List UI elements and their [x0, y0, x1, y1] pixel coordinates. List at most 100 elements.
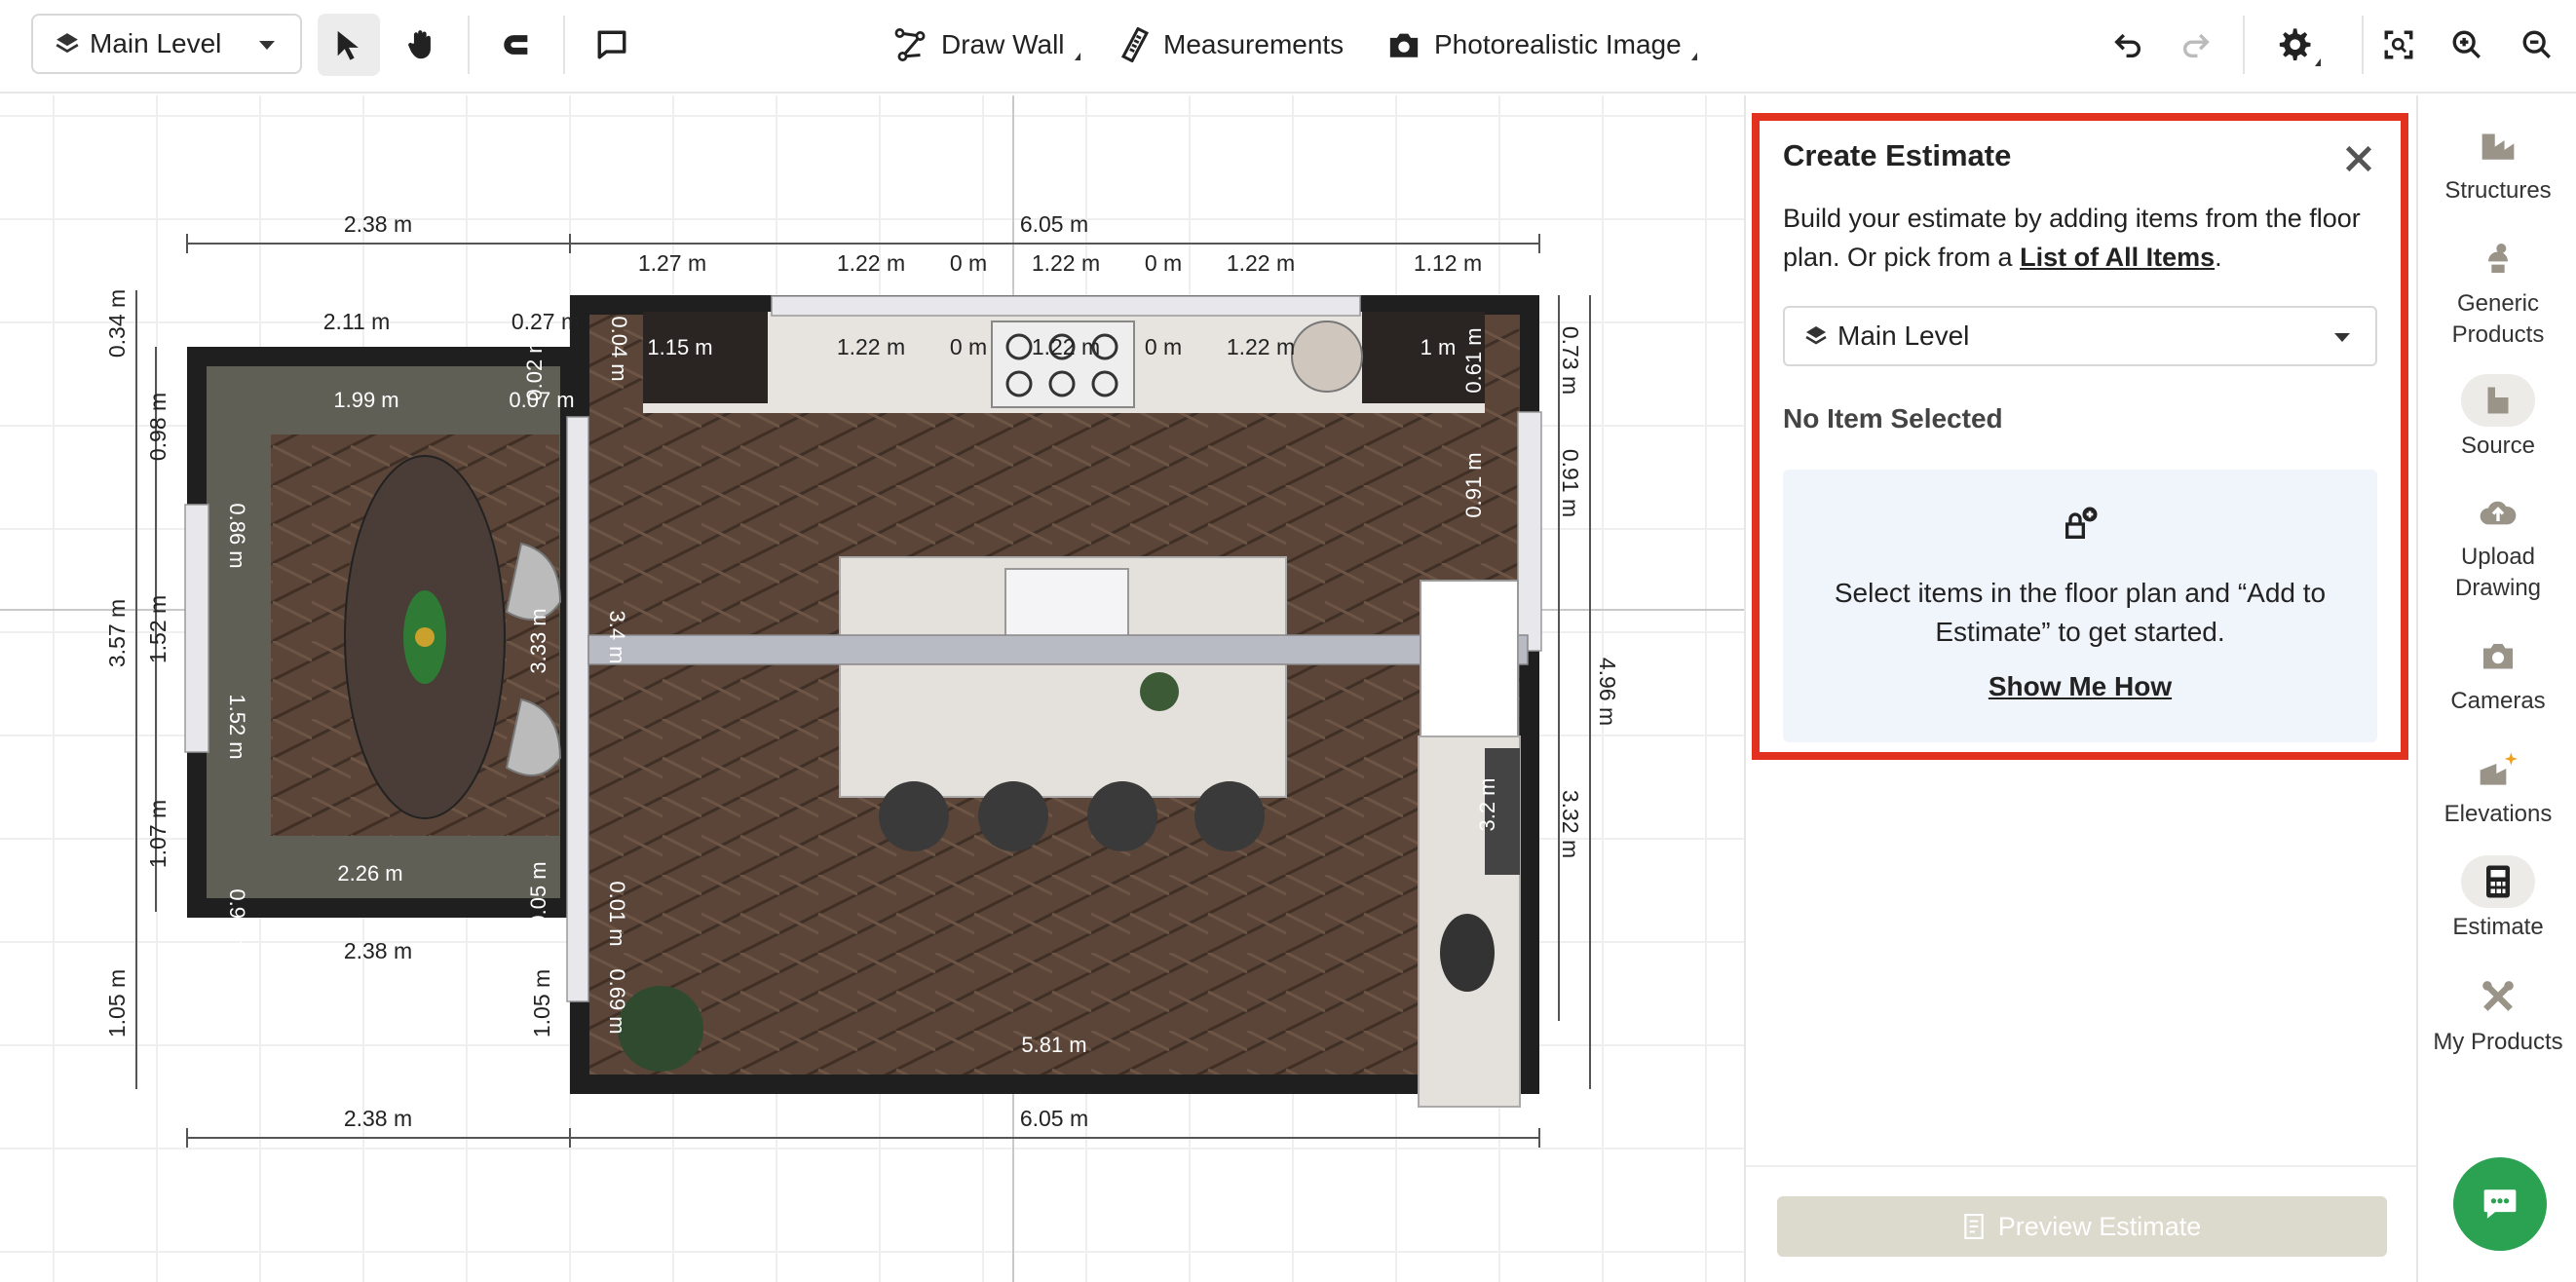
rail-item-elevations[interactable]: Elevations [2418, 742, 2576, 830]
inner-dimension-label: 0.86 m [225, 503, 249, 568]
dimension-label: 0.91 m [1558, 449, 1583, 517]
estimate-level-select[interactable]: Main Level [1783, 306, 2377, 366]
show-me-how-link[interactable]: Show Me How [1783, 671, 2377, 702]
generic-products-icon [2461, 232, 2535, 284]
pendant-light[interactable] [1291, 320, 1363, 393]
inner-dimension-label: 1 m [1421, 335, 1457, 359]
floor-plant[interactable] [618, 986, 703, 1072]
fit-view-button[interactable] [2368, 14, 2430, 76]
chevron-down-icon [259, 41, 275, 50]
dimension-label: 1.22 m [1227, 250, 1295, 276]
gear-icon [2279, 28, 2311, 60]
help-text: Select items in the floor plan and “Add … [1834, 578, 2327, 647]
refrigerator[interactable] [1420, 580, 1519, 737]
inner-dimension-label: 1.99 m [333, 388, 398, 412]
focus-icon [2384, 30, 2413, 59]
rail-item-upload-drawing[interactable]: Upload Drawing [2418, 485, 2576, 604]
rail-label: Estimate [2452, 914, 2544, 940]
rail-label: Cameras [2450, 688, 2546, 714]
source-icon [2461, 374, 2535, 427]
dimension-label: 3.57 m [104, 599, 130, 667]
floor-plan[interactable]: 2.38 m 6.05 m 1.27 m 1.22 m 0 m 1.22 m 0… [0, 95, 1744, 1282]
upload-cloud-icon [2461, 485, 2535, 538]
layers-icon [1805, 326, 1827, 345]
dimension-label: 4.96 m [1595, 658, 1620, 726]
window[interactable] [771, 295, 1361, 317]
rail-item-estimate[interactable]: Estimate [2418, 855, 2576, 943]
rail-item-structures[interactable]: Structures [2418, 119, 2576, 207]
stool[interactable] [1440, 914, 1495, 992]
camera-icon [2461, 629, 2535, 682]
chevron-down-icon [2334, 333, 2350, 342]
window[interactable] [184, 504, 209, 753]
undo-button[interactable] [2097, 14, 2159, 76]
estimate-description: Build your estimate by adding items from… [1783, 199, 2377, 277]
rail-item-generic-products[interactable]: Generic Products [2418, 232, 2576, 351]
dimension-label: 1.05 m [104, 969, 130, 1037]
rail-label: Upload Drawing [2454, 544, 2542, 601]
document-icon [1963, 1214, 1984, 1239]
zoom-out-button[interactable] [2506, 14, 2568, 76]
rail-label: Generic Products [2451, 290, 2545, 348]
dimension-label: 1.52 m [145, 595, 170, 663]
comment-tool-button[interactable] [581, 14, 643, 76]
inner-dimension-label: 0.02 m [522, 335, 547, 400]
level-select[interactable]: Main Level [31, 14, 302, 74]
draw-wall-button[interactable]: Draw Wall [892, 21, 1080, 68]
dimension-label: 1.22 m [837, 250, 905, 276]
opening [566, 416, 589, 1002]
rail-label: Source [2460, 433, 2536, 459]
close-icon[interactable] [2342, 142, 2375, 175]
structures-icon [2461, 119, 2535, 171]
island-sink[interactable] [1004, 568, 1129, 642]
zoom-in-icon [2452, 30, 2481, 58]
floor-plan-canvas[interactable]: 2.38 m 6.05 m 1.27 m 1.22 m 0 m 1.22 m 0… [0, 95, 1744, 1282]
rail-item-cameras[interactable]: Cameras [2418, 629, 2576, 717]
measurements-button[interactable]: Measurements [1120, 21, 1344, 68]
inner-dimension-label: 1.52 m [225, 694, 249, 759]
preview-bar: Preview Estimate [1746, 1165, 2416, 1282]
rail-item-source[interactable]: Source [2418, 374, 2576, 462]
redo-button[interactable] [2165, 14, 2227, 76]
snap-tool-button[interactable] [485, 14, 548, 76]
preview-estimate-button[interactable]: Preview Estimate [1777, 1196, 2387, 1257]
inner-dimension-label: 1.22 m [1227, 334, 1295, 359]
redo-icon [2183, 33, 2210, 58]
zoom-in-button[interactable] [2436, 14, 2498, 76]
island-plant[interactable] [1140, 672, 1179, 711]
dimension-label: 0.98 m [145, 393, 170, 461]
dimension-label: 6.05 m [1020, 1106, 1088, 1131]
create-estimate-card: Create Estimate Build your estimate by a… [1752, 113, 2408, 760]
dimension-label: 0.27 m [511, 309, 580, 334]
rail-label: Structures [2444, 177, 2552, 204]
rail-item-my-products[interactable]: My Products [2418, 970, 2576, 1058]
pendant-rail[interactable] [587, 634, 1529, 665]
dimension-label: 3.32 m [1558, 790, 1583, 858]
comment-icon [597, 30, 626, 59]
elevations-icon [2461, 742, 2535, 795]
chat-icon [2483, 1189, 2517, 1219]
dimension-label: 2.38 m [344, 211, 412, 237]
dimension-label: 2.38 m [344, 1106, 412, 1131]
calculator-icon [2461, 855, 2535, 908]
hand-icon [408, 30, 431, 59]
draw-wall-label: Draw Wall [941, 29, 1065, 59]
toolbar-divider [563, 16, 565, 74]
magnet-icon [504, 35, 528, 55]
chat-button[interactable] [2453, 1157, 2547, 1251]
inner-dimension-label: 0.69 m [605, 968, 629, 1034]
dimension-label: 1.12 m [1414, 250, 1482, 276]
window[interactable] [1517, 411, 1542, 652]
dropdown-corner-icon [1074, 53, 1080, 60]
dimension-label: 2.11 m [323, 309, 391, 334]
inner-dimension-label: 1.15 m [647, 335, 712, 359]
list-of-all-items-link[interactable]: List of All Items [2020, 243, 2215, 272]
pointer-icon [337, 30, 359, 60]
dimension-label: 1.05 m [529, 969, 554, 1037]
settings-button[interactable] [2262, 14, 2325, 76]
pan-tool-button[interactable] [390, 14, 452, 76]
inner-dimension-label: 0.05 m [526, 861, 550, 926]
select-tool-button[interactable] [318, 14, 380, 76]
photorealistic-image-button[interactable]: Photorealistic Image [1387, 21, 1697, 68]
estimate-level-label: Main Level [1837, 320, 1970, 351]
